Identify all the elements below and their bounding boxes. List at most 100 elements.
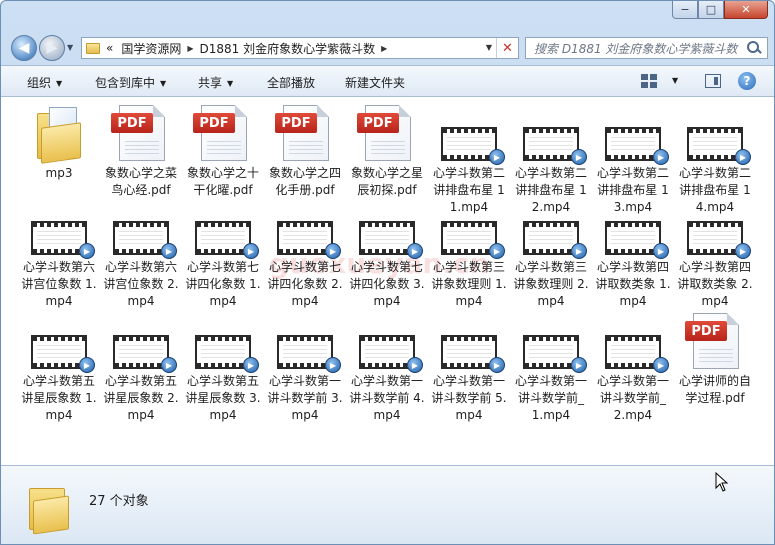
file-name-label: 心学斗数第七讲四化象数 2.mp4 bbox=[267, 260, 343, 308]
video-file-item[interactable]: ▶ 心学斗数第一讲斗数学前_1.mp4 bbox=[511, 311, 591, 424]
search-icon[interactable] bbox=[745, 39, 763, 57]
share-label: 共享 bbox=[198, 76, 223, 90]
address-bar[interactable]: « 国学资源网 ▶ D1881 刘金府象数心学紫薇斗数 ▶ ▼ ✕ bbox=[81, 37, 519, 59]
pdf-file-item[interactable]: PDF 心学讲师的自学过程.pdf bbox=[675, 311, 755, 407]
file-name-label: 象数心学之十干化曜.pdf bbox=[186, 166, 259, 197]
file-name-label: 象数心学之四化手册.pdf bbox=[268, 166, 341, 197]
file-name-label: 心学斗数第四讲取数类象 1.mp4 bbox=[595, 260, 671, 308]
recent-pages-dropdown-icon[interactable]: ▼ bbox=[67, 43, 73, 52]
video-thumbnail-icon: ▶ bbox=[265, 197, 345, 259]
search-input[interactable]: 搜索 D1881 刘金府象数心学紫薇斗数 bbox=[526, 40, 745, 57]
media-player-icon: ▶ bbox=[79, 243, 95, 259]
pdf-file-item[interactable]: PDF 象数心学之四化手册.pdf bbox=[265, 103, 345, 199]
media-player-icon: ▶ bbox=[653, 243, 669, 259]
search-box[interactable]: 搜索 D1881 刘金府象数心学紫薇斗数 bbox=[525, 37, 768, 59]
video-file-item[interactable]: ▶ 心学斗数第一讲斗数学前 3.mp4 bbox=[265, 311, 345, 424]
video-file-item[interactable]: ▶ 心学斗数第一讲斗数学前_2.mp4 bbox=[593, 311, 673, 424]
refresh-button[interactable]: ✕ bbox=[496, 38, 518, 58]
forward-button[interactable]: ▶ bbox=[39, 35, 65, 61]
breadcrumb-item-current[interactable]: D1881 刘金府象数心学紫薇斗数 bbox=[196, 40, 380, 57]
video-thumbnail-icon: ▶ bbox=[183, 311, 263, 373]
file-name-label: 心学斗数第一讲斗数学前 3.mp4 bbox=[267, 374, 343, 422]
chevron-right-icon[interactable]: ▶ bbox=[379, 44, 389, 53]
view-options-dropdown-icon[interactable]: ▼ bbox=[672, 76, 678, 85]
pdf-file-item[interactable]: PDF 象数心学之星辰初探.pdf bbox=[347, 103, 427, 199]
share-menu[interactable]: 共享 ▼ bbox=[198, 74, 233, 91]
organize-label: 组织 bbox=[27, 76, 52, 90]
video-thumbnail-icon: ▶ bbox=[347, 311, 427, 373]
file-name-label: 心学斗数第一讲斗数学前_2.mp4 bbox=[596, 374, 669, 422]
media-player-icon: ▶ bbox=[735, 243, 751, 259]
file-name-label: 心学斗数第三讲象数理则 1.mp4 bbox=[431, 260, 507, 308]
pdf-file-item[interactable]: PDF 象数心学之菜鸟心经.pdf bbox=[101, 103, 181, 199]
video-thumbnail-icon: ▶ bbox=[593, 197, 673, 259]
new-folder-button[interactable]: 新建文件夹 bbox=[345, 74, 405, 91]
file-list[interactable]: guoxueyan.cn mp3 PDF 象数心学之菜鸟心经.pdf PDF 象数心学之… bbox=[1, 97, 774, 465]
file-name-label: 心学斗数第一讲斗数学前 4.mp4 bbox=[349, 374, 425, 422]
close-button[interactable]: ✕ bbox=[724, 1, 768, 19]
file-name-label: 心学斗数第一讲斗数学前_1.mp4 bbox=[514, 374, 587, 422]
video-thumbnail-icon: ▶ bbox=[265, 311, 345, 373]
change-view-icon[interactable] bbox=[641, 74, 657, 88]
video-file-item[interactable]: ▶ 心学斗数第一讲斗数学前 5.mp4 bbox=[429, 311, 509, 424]
include-in-library-menu[interactable]: 包含到库中 ▼ bbox=[95, 74, 166, 91]
window-caption-buttons: − □ ✕ bbox=[672, 1, 768, 19]
help-button[interactable]: ? bbox=[738, 72, 756, 90]
media-player-icon: ▶ bbox=[325, 243, 341, 259]
file-name-label: 心学斗数第五讲星辰象数 2.mp4 bbox=[103, 374, 179, 422]
video-file-item[interactable]: ▶ 心学斗数第四讲取数类象 1.mp4 bbox=[593, 197, 673, 310]
mouse-cursor-icon bbox=[715, 472, 729, 492]
video-file-item[interactable]: ▶ 心学斗数第六讲宫位象数 1.mp4 bbox=[19, 197, 99, 310]
maximize-button[interactable]: □ bbox=[698, 1, 724, 19]
breadcrumb-item-root[interactable]: 国学资源网 bbox=[117, 40, 185, 57]
organize-menu[interactable]: 组织 ▼ bbox=[27, 74, 62, 91]
video-file-item[interactable]: ▶ 心学斗数第六讲宫位象数 2.mp4 bbox=[101, 197, 181, 310]
file-name-label: 心学斗数第四讲取数类象 2.mp4 bbox=[677, 260, 753, 308]
video-thumbnail-icon: ▶ bbox=[347, 197, 427, 259]
media-player-icon: ▶ bbox=[571, 357, 587, 373]
video-file-item[interactable]: ▶ 心学斗数第一讲斗数学前 4.mp4 bbox=[347, 311, 427, 424]
back-button[interactable]: ◀ bbox=[11, 35, 37, 61]
video-file-item[interactable]: ▶ 心学斗数第五讲星辰象数 1.mp4 bbox=[19, 311, 99, 424]
minimize-button[interactable]: − bbox=[672, 1, 698, 19]
pdf-file-item[interactable]: PDF 象数心学之十干化曜.pdf bbox=[183, 103, 263, 199]
media-player-icon: ▶ bbox=[735, 149, 751, 165]
file-name-label: 心学斗数第一讲斗数学前 5.mp4 bbox=[431, 374, 507, 422]
video-file-item[interactable]: ▶ 心学斗数第七讲四化象数 3.mp4 bbox=[347, 197, 427, 310]
video-thumbnail-icon: ▶ bbox=[511, 311, 591, 373]
media-player-icon: ▶ bbox=[325, 357, 341, 373]
video-file-item[interactable]: ▶ 心学斗数第七讲四化象数 1.mp4 bbox=[183, 197, 263, 310]
video-file-item[interactable]: ▶ 心学斗数第四讲取数类象 2.mp4 bbox=[675, 197, 755, 310]
file-name-label: 象数心学之菜鸟心经.pdf bbox=[104, 166, 177, 197]
video-file-item[interactable]: ▶ 心学斗数第五讲星辰象数 3.mp4 bbox=[183, 311, 263, 424]
video-thumbnail-icon: ▶ bbox=[593, 103, 673, 165]
folder-icon bbox=[19, 103, 99, 165]
media-player-icon: ▶ bbox=[653, 357, 669, 373]
media-player-icon: ▶ bbox=[407, 357, 423, 373]
media-player-icon: ▶ bbox=[571, 243, 587, 259]
video-thumbnail-icon: ▶ bbox=[101, 311, 181, 373]
play-all-button[interactable]: 全部播放 bbox=[267, 74, 315, 91]
media-player-icon: ▶ bbox=[407, 243, 423, 259]
chevron-down-icon: ▼ bbox=[227, 79, 234, 88]
address-history-dropdown-icon[interactable]: ▼ bbox=[486, 43, 492, 52]
include-in-library-label: 包含到库中 bbox=[95, 76, 156, 90]
media-player-icon: ▶ bbox=[161, 357, 177, 373]
video-file-item[interactable]: ▶ 心学斗数第三讲象数理则 1.mp4 bbox=[429, 197, 509, 310]
video-file-item[interactable]: ▶ 心学斗数第五讲星辰象数 2.mp4 bbox=[101, 311, 181, 424]
file-name-label: 心学斗数第三讲象数理则 2.mp4 bbox=[513, 260, 589, 308]
breadcrumb-overflow[interactable]: « bbox=[100, 41, 117, 55]
item-count: 27 个对象 bbox=[89, 494, 149, 509]
preview-pane-icon[interactable] bbox=[705, 74, 721, 88]
details-pane: 27 个对象 bbox=[1, 465, 774, 544]
chevron-down-icon: ▼ bbox=[160, 79, 167, 88]
folder-icon bbox=[27, 484, 71, 535]
media-player-icon: ▶ bbox=[243, 243, 259, 259]
video-thumbnail-icon: ▶ bbox=[101, 197, 181, 259]
video-file-item[interactable]: ▶ 心学斗数第七讲四化象数 2.mp4 bbox=[265, 197, 345, 310]
file-name-label: 心学斗数第六讲宫位象数 2.mp4 bbox=[103, 260, 179, 308]
file-name-label: 心学斗数第七讲四化象数 3.mp4 bbox=[349, 260, 425, 308]
folder-item[interactable]: mp3 bbox=[19, 103, 99, 182]
video-file-item[interactable]: ▶ 心学斗数第三讲象数理则 2.mp4 bbox=[511, 197, 591, 310]
chevron-right-icon[interactable]: ▶ bbox=[185, 44, 195, 53]
